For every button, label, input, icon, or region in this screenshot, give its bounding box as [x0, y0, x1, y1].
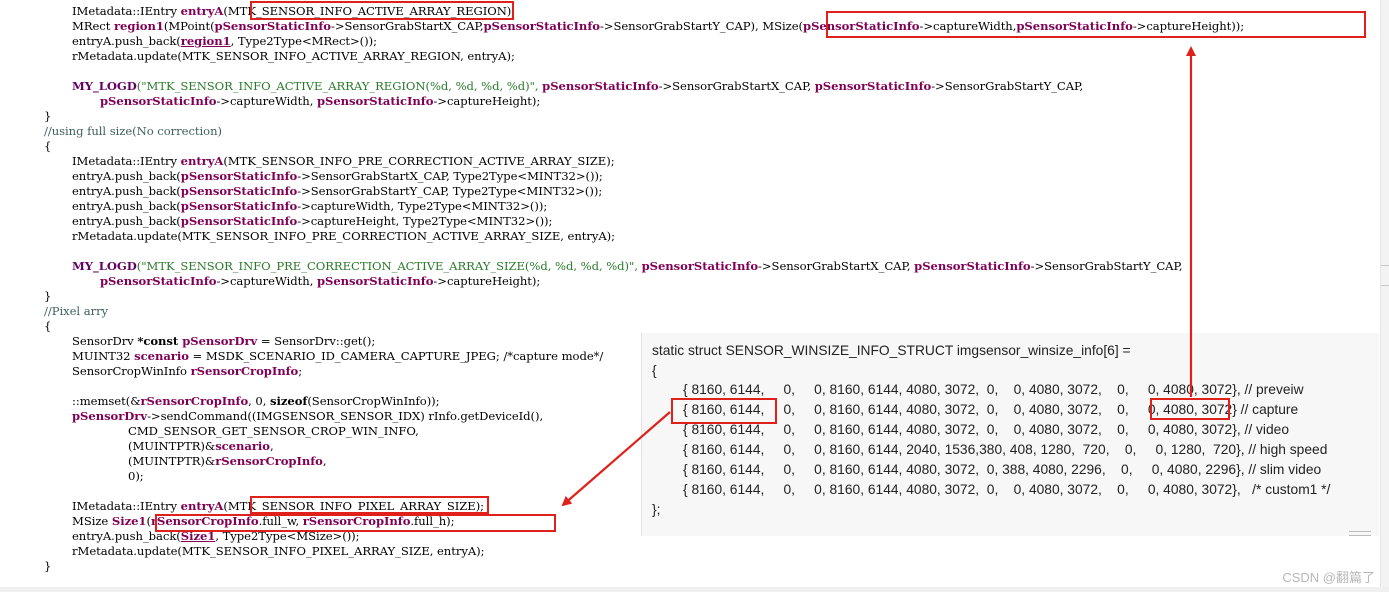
arrow-left-down	[561, 411, 671, 507]
watermark: CSDN @翻篇了	[1282, 570, 1375, 585]
annotation-arrows	[561, 46, 1196, 507]
bottom-scrollbar	[0, 587, 1389, 592]
